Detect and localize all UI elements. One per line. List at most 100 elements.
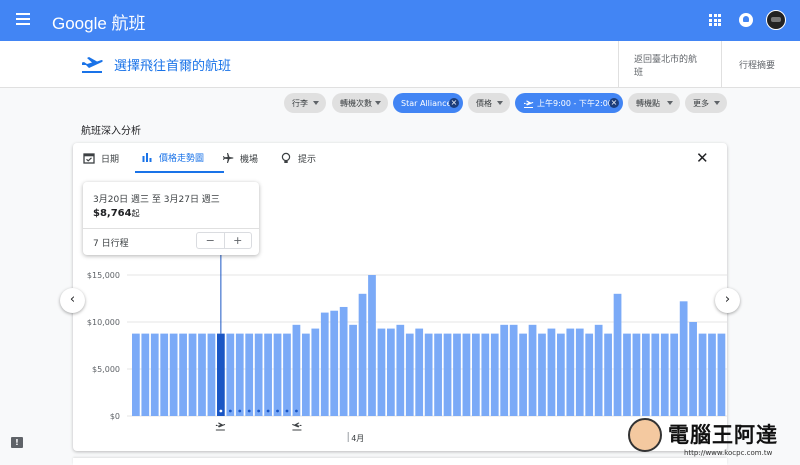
price-bar[interactable] (689, 322, 697, 416)
chevron-left-icon[interactable]: ‹ (60, 288, 85, 313)
price-bar[interactable] (415, 328, 424, 416)
price-bar[interactable] (557, 333, 565, 416)
price-bar[interactable] (311, 328, 320, 416)
filter-connecting-airports[interactable]: 轉機點 (628, 93, 680, 113)
price-bar[interactable] (273, 333, 282, 416)
price-bar[interactable] (490, 333, 499, 416)
filter-label: 行李 (292, 98, 308, 108)
price-bar[interactable] (358, 293, 367, 416)
price-bar[interactable] (632, 333, 641, 416)
crumb-trip-summary[interactable]: 行程摘要 (721, 41, 800, 88)
price-bar[interactable] (462, 333, 471, 416)
filter-price[interactable]: 價格 (468, 93, 510, 113)
price-bar[interactable] (651, 333, 660, 416)
tab-tips[interactable]: 提示 (280, 143, 316, 173)
price-bar[interactable] (217, 333, 225, 416)
price-bar[interactable] (660, 333, 669, 416)
price-bar[interactable] (387, 328, 395, 416)
price-bar[interactable] (500, 324, 509, 416)
price-bar[interactable] (519, 333, 527, 416)
close-icon[interactable]: ✕ (696, 151, 709, 166)
filter-more[interactable]: 更多 (685, 93, 727, 113)
price-bar[interactable] (377, 328, 386, 416)
price-bar[interactable] (434, 333, 442, 416)
price-bar[interactable] (264, 333, 272, 416)
price-bar[interactable] (349, 324, 357, 416)
feedback-icon[interactable]: ! (11, 437, 23, 448)
price-bar[interactable] (188, 333, 197, 416)
filter-label: 上午9:00 - 下午2:00 (537, 98, 613, 108)
price-bar[interactable] (160, 333, 169, 416)
price-bar[interactable] (585, 333, 594, 416)
filter-bags[interactable]: 行李 (284, 93, 326, 113)
divider (83, 228, 259, 229)
crumb-return-flights[interactable]: 返回臺北市的航班 (618, 41, 721, 88)
price-bar[interactable] (169, 333, 178, 416)
filter-alliance[interactable]: Star Alliance × (393, 93, 463, 113)
price-bar[interactable] (132, 333, 140, 416)
price-bar[interactable] (443, 333, 452, 416)
price-bar[interactable] (320, 312, 329, 416)
price-bar[interactable] (405, 333, 414, 416)
app-bar: Google 航班 (0, 0, 800, 41)
price-bar[interactable] (481, 333, 490, 416)
price-bar[interactable] (207, 333, 216, 416)
tab-airports[interactable]: 機場 (222, 143, 258, 173)
increase-button[interactable]: + (225, 233, 252, 248)
tab-dates[interactable]: 日期 (83, 143, 119, 173)
price-bar[interactable] (472, 333, 480, 416)
price-bar[interactable] (292, 324, 301, 416)
avatar[interactable] (766, 10, 786, 30)
price-bar[interactable] (283, 333, 291, 416)
price-bar[interactable] (594, 324, 603, 416)
menu-icon[interactable] (16, 13, 30, 27)
price-bar[interactable] (179, 333, 187, 416)
price-bar[interactable] (566, 328, 575, 416)
price-bar[interactable] (330, 310, 339, 416)
price-bar[interactable] (698, 333, 707, 416)
price-bar[interactable] (679, 301, 688, 416)
chevron-right-icon[interactable]: › (715, 288, 740, 313)
trip-length-stepper[interactable]: − + (196, 232, 252, 249)
filter-stops[interactable]: 轉機次數 (332, 93, 388, 113)
price-bar[interactable] (613, 293, 622, 416)
price-bar[interactable] (254, 333, 263, 416)
notifications-icon[interactable] (739, 13, 753, 27)
price-bar[interactable] (670, 333, 679, 416)
price-bar[interactable] (509, 324, 518, 416)
plane-takeoff-icon (82, 57, 103, 73)
price-bar[interactable] (339, 306, 348, 416)
price-bar[interactable] (150, 333, 159, 416)
price-bar[interactable] (226, 333, 235, 416)
price-bar[interactable] (245, 333, 254, 416)
price-bar[interactable] (717, 333, 726, 416)
price-bar[interactable] (198, 333, 206, 416)
clear-filter-icon[interactable]: × (609, 98, 619, 108)
price-bar[interactable] (368, 275, 376, 416)
tab-label: 機場 (240, 154, 259, 165)
apps-grid-icon[interactable] (709, 14, 721, 26)
trip-price: $8,764起 (93, 208, 140, 219)
price-bar[interactable] (547, 328, 556, 416)
price-bar[interactable] (302, 333, 310, 416)
price-bar[interactable] (708, 333, 716, 416)
decrease-button[interactable]: − (197, 233, 225, 248)
brand-title[interactable]: Google 航班 (52, 9, 146, 34)
trip-length-label: 7 日行程 (93, 239, 129, 249)
price-bar[interactable] (235, 333, 244, 416)
tab-price-graph[interactable]: 價格走勢圖 (135, 143, 224, 173)
breadcrumb: 返回臺北市的航班 行程摘要 (618, 41, 800, 88)
clear-filter-icon[interactable]: × (449, 98, 459, 108)
price-bar[interactable] (604, 333, 612, 416)
price-bar[interactable] (396, 324, 405, 416)
price-bar[interactable] (538, 333, 546, 416)
price-bar[interactable] (642, 333, 650, 416)
price-bar[interactable] (575, 328, 584, 416)
price-bar[interactable] (623, 333, 631, 416)
price-bar[interactable] (453, 333, 461, 416)
price-bar[interactable] (141, 333, 150, 416)
price-bar[interactable] (424, 333, 433, 416)
filter-times[interactable]: 上午9:00 - 下午2:00 × (515, 93, 623, 113)
price-bar[interactable] (528, 324, 537, 416)
filter-label: 轉機點 (636, 98, 660, 108)
